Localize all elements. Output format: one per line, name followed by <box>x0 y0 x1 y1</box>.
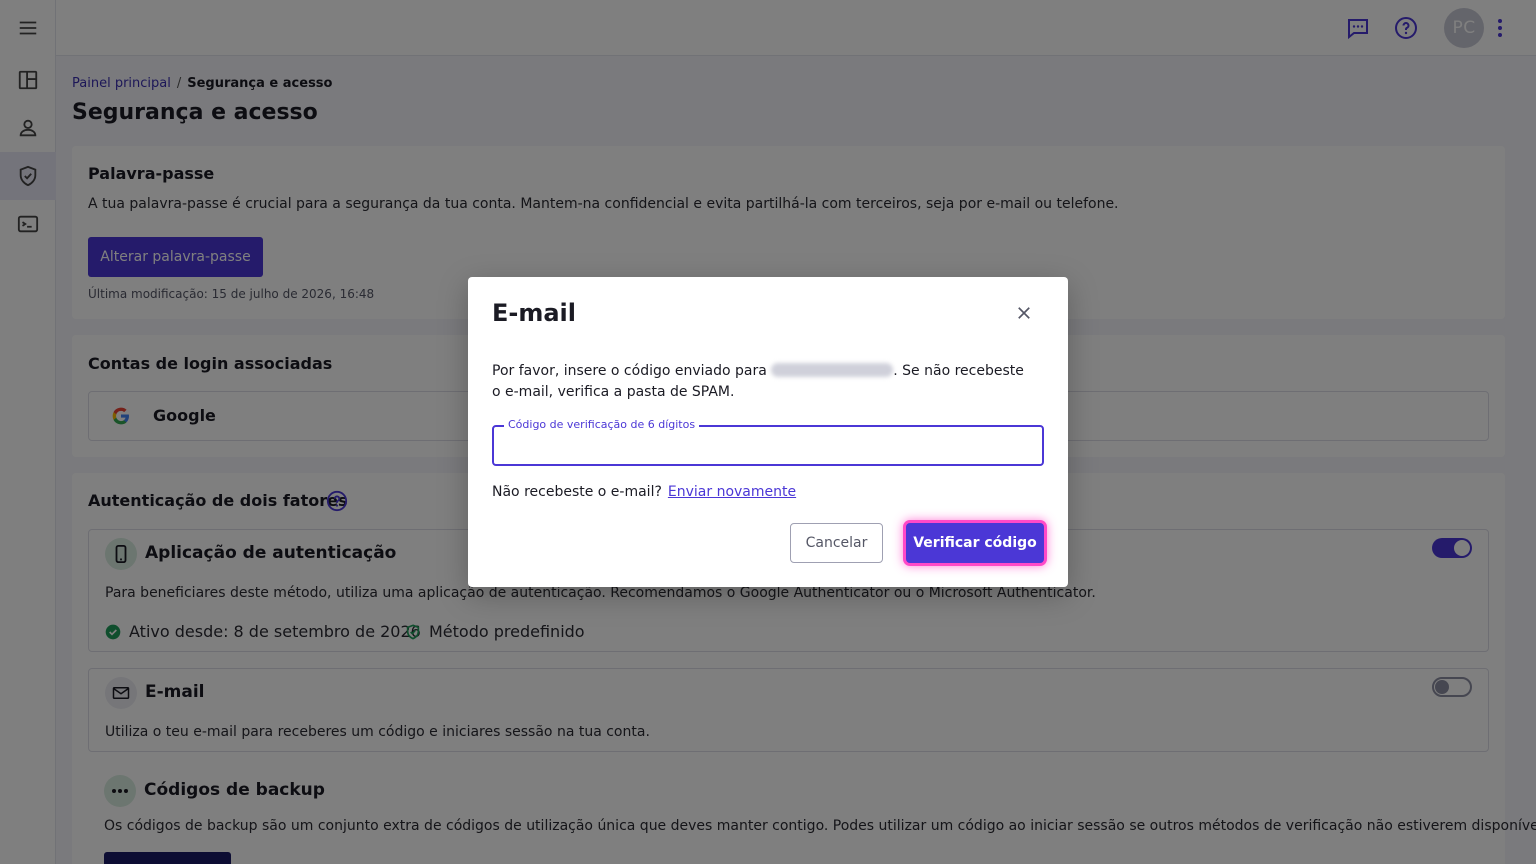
verification-code-input[interactable] <box>506 435 1026 457</box>
blurred-email-address <box>771 363 894 377</box>
dialog-title: E-mail <box>492 299 577 327</box>
email-verification-dialog: E-mail Por favor, insere o código enviad… <box>468 277 1068 587</box>
dialog-message-start: Por favor, insere o código enviado para <box>492 363 767 379</box>
resend-link[interactable]: Enviar novamente <box>668 484 796 500</box>
resend-prompt: Não recebeste o e-mail? <box>492 484 662 500</box>
close-button[interactable] <box>1012 301 1036 325</box>
verification-code-label: Código de verificação de 6 dígitos <box>504 418 700 431</box>
dialog-message: Por favor, insere o código enviado para … <box>492 361 1032 403</box>
close-icon <box>1018 307 1030 319</box>
verification-code-field[interactable]: Código de verificação de 6 dígitos <box>492 418 1044 466</box>
resend-row: Não recebeste o e-mail? Enviar novamente <box>492 484 796 500</box>
cancel-button[interactable]: Cancelar <box>790 523 883 563</box>
verify-code-button[interactable]: Verificar código <box>906 523 1044 563</box>
